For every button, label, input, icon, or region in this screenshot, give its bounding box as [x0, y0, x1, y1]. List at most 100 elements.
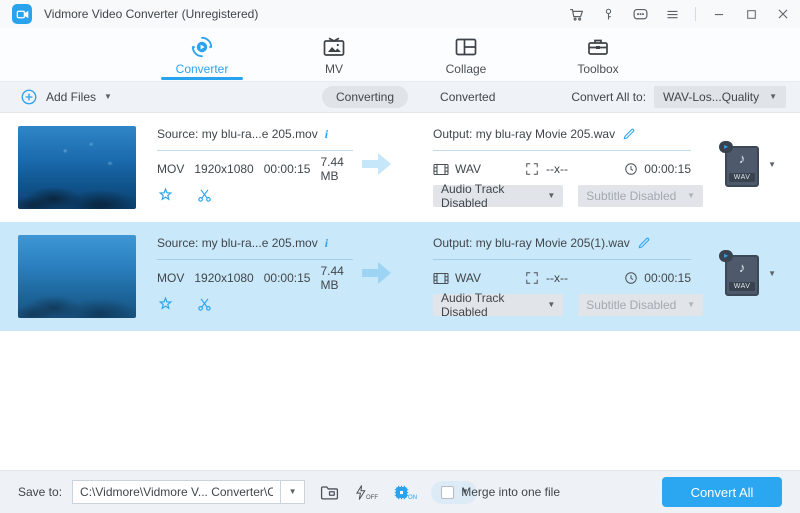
- converter-toolbar: Add Files ▼ Converting Converted Convert…: [0, 82, 800, 113]
- source-resolution: 1920x1080: [194, 162, 254, 176]
- high-speed-toggle-icon[interactable]: OFF: [354, 484, 378, 501]
- source-divider: [157, 259, 353, 260]
- menu-icon[interactable]: [663, 5, 681, 23]
- cut-scissors-icon[interactable]: [196, 187, 213, 204]
- file-type-caret-icon[interactable]: ▼: [768, 270, 776, 278]
- source-size: 7.44 MB: [320, 155, 344, 183]
- audio-track-value: Audio Track Disabled: [441, 182, 505, 210]
- title-bar: Vidmore Video Converter (Unregistered): [0, 0, 800, 28]
- add-files-caret-icon[interactable]: ▼: [104, 93, 112, 101]
- add-files-label: Add Files: [46, 90, 97, 104]
- duration-clock-icon: [625, 272, 638, 284]
- tab-converted[interactable]: Converted: [440, 90, 495, 104]
- file-row-1[interactable]: Source: my blu-ra...e 205.mov i MOV 1920…: [0, 113, 800, 222]
- tab-collage-label: Collage: [445, 62, 487, 76]
- tab-mv[interactable]: MV: [291, 28, 377, 81]
- format-film-icon: [433, 163, 449, 175]
- source-info-icon[interactable]: i: [325, 127, 328, 142]
- mv-icon: [322, 35, 346, 59]
- output-file-type-icon[interactable]: ▸ ♪ WAV: [719, 141, 760, 187]
- audio-track-caret-icon: ▼: [547, 191, 556, 200]
- output-filename: Output: my blu-ray Movie 205.wav: [433, 127, 616, 141]
- save-path-dropdown-button[interactable]: ▼: [280, 480, 306, 504]
- subtitle-value: Subtitle Disabled: [586, 189, 677, 203]
- file-type-label: WAV: [729, 282, 756, 291]
- rename-pencil-icon[interactable]: [622, 127, 636, 141]
- convert-all-to-caret-icon: ▼: [769, 92, 777, 101]
- output-file-type-icon[interactable]: ▸ ♪ WAV: [719, 250, 760, 296]
- output-duration: 00:00:15: [644, 162, 691, 176]
- file-row-2[interactable]: Source: my blu-ra...e 205.mov i MOV 1920…: [0, 222, 800, 331]
- tab-converting[interactable]: Converting: [322, 86, 409, 108]
- subtitle-caret-icon: ▼: [687, 300, 695, 309]
- subtitle-dropdown[interactable]: Subtitle Disabled ▼: [578, 185, 703, 207]
- edit-effects-icon[interactable]: [157, 187, 174, 204]
- resolution-icon: [526, 163, 538, 175]
- audio-track-dropdown[interactable]: Audio Track Disabled ▼: [433, 182, 564, 210]
- cut-scissors-icon[interactable]: [196, 296, 213, 313]
- output-format: WAV: [455, 271, 481, 285]
- audio-track-caret-icon: ▼: [547, 300, 556, 309]
- output-resolution: --x--: [546, 271, 568, 285]
- merge-label: Merge into one file: [461, 485, 560, 499]
- active-tab-underline: [161, 77, 243, 80]
- tab-collage[interactable]: Collage: [423, 28, 509, 81]
- gpu-acceleration-toggle-icon[interactable]: ON: [393, 484, 417, 501]
- music-note-icon: ♪: [738, 151, 746, 166]
- tab-toolbox[interactable]: Toolbox: [555, 28, 641, 81]
- duration-clock-icon: [625, 163, 638, 175]
- rename-pencil-icon[interactable]: [637, 236, 651, 250]
- edit-effects-icon[interactable]: [157, 296, 174, 313]
- bottom-bar: Save to: ▼ OFF ON ▼ Merge into one file …: [0, 470, 800, 513]
- collage-icon: [454, 35, 478, 59]
- close-button[interactable]: [774, 5, 792, 23]
- open-folder-button[interactable]: [320, 484, 339, 501]
- add-files-button[interactable]: Add Files ▼: [20, 88, 112, 106]
- titlebar-separator: [695, 7, 696, 21]
- source-resolution: 1920x1080: [194, 271, 254, 285]
- convert-all-button[interactable]: Convert All: [662, 477, 782, 507]
- source-format: MOV: [157, 271, 185, 285]
- convert-all-to-select[interactable]: WAV-Los...Quality ▼: [654, 86, 786, 108]
- resolution-icon: [526, 272, 538, 284]
- save-path-input[interactable]: [72, 480, 281, 504]
- convert-all-to-value: WAV-Los...Quality: [663, 90, 760, 104]
- subtitle-caret-icon: ▼: [687, 191, 695, 200]
- output-resolution: --x--: [546, 162, 568, 176]
- convert-arrow-icon: [358, 149, 394, 179]
- main-nav: Converter MV Collage Toolbox: [0, 28, 800, 82]
- window-title: Vidmore Video Converter (Unregistered): [44, 7, 259, 21]
- maximize-button[interactable]: [742, 5, 760, 23]
- audio-track-value: Audio Track Disabled: [441, 291, 505, 319]
- video-thumbnail[interactable]: [18, 126, 136, 209]
- source-duration: 00:00:15: [263, 162, 311, 176]
- output-format: WAV: [455, 162, 481, 176]
- merge-checkbox[interactable]: [441, 485, 455, 499]
- feedback-icon[interactable]: [631, 5, 649, 23]
- source-filename: Source: my blu-ra...e 205.mov: [157, 127, 318, 141]
- high-speed-state-label: OFF: [366, 494, 379, 501]
- output-divider: [433, 259, 691, 260]
- converter-icon: [190, 35, 214, 59]
- video-thumbnail[interactable]: [18, 235, 136, 318]
- merge-option[interactable]: Merge into one file: [441, 485, 560, 499]
- source-size: 7.44 MB: [320, 264, 344, 292]
- file-type-caret-icon[interactable]: ▼: [768, 161, 776, 169]
- source-filename: Source: my blu-ra...e 205.mov: [157, 236, 318, 250]
- convert-all-to-label: Convert All to:: [571, 90, 647, 104]
- gpu-state-label: ON: [408, 494, 418, 501]
- output-duration: 00:00:15: [644, 271, 691, 285]
- save-to-label: Save to:: [18, 485, 63, 499]
- tab-mv-label: MV: [325, 62, 343, 76]
- source-info-icon[interactable]: i: [325, 236, 328, 251]
- convert-arrow-icon: [358, 258, 394, 288]
- output-divider: [433, 150, 691, 151]
- audio-track-dropdown[interactable]: Audio Track Disabled ▼: [433, 291, 564, 319]
- minimize-button[interactable]: [710, 5, 728, 23]
- cart-icon[interactable]: [567, 5, 585, 23]
- register-key-icon[interactable]: [599, 5, 617, 23]
- subtitle-value: Subtitle Disabled: [586, 298, 677, 312]
- source-format: MOV: [157, 162, 185, 176]
- subtitle-dropdown[interactable]: Subtitle Disabled ▼: [578, 294, 703, 316]
- tab-converter[interactable]: Converter: [159, 28, 245, 81]
